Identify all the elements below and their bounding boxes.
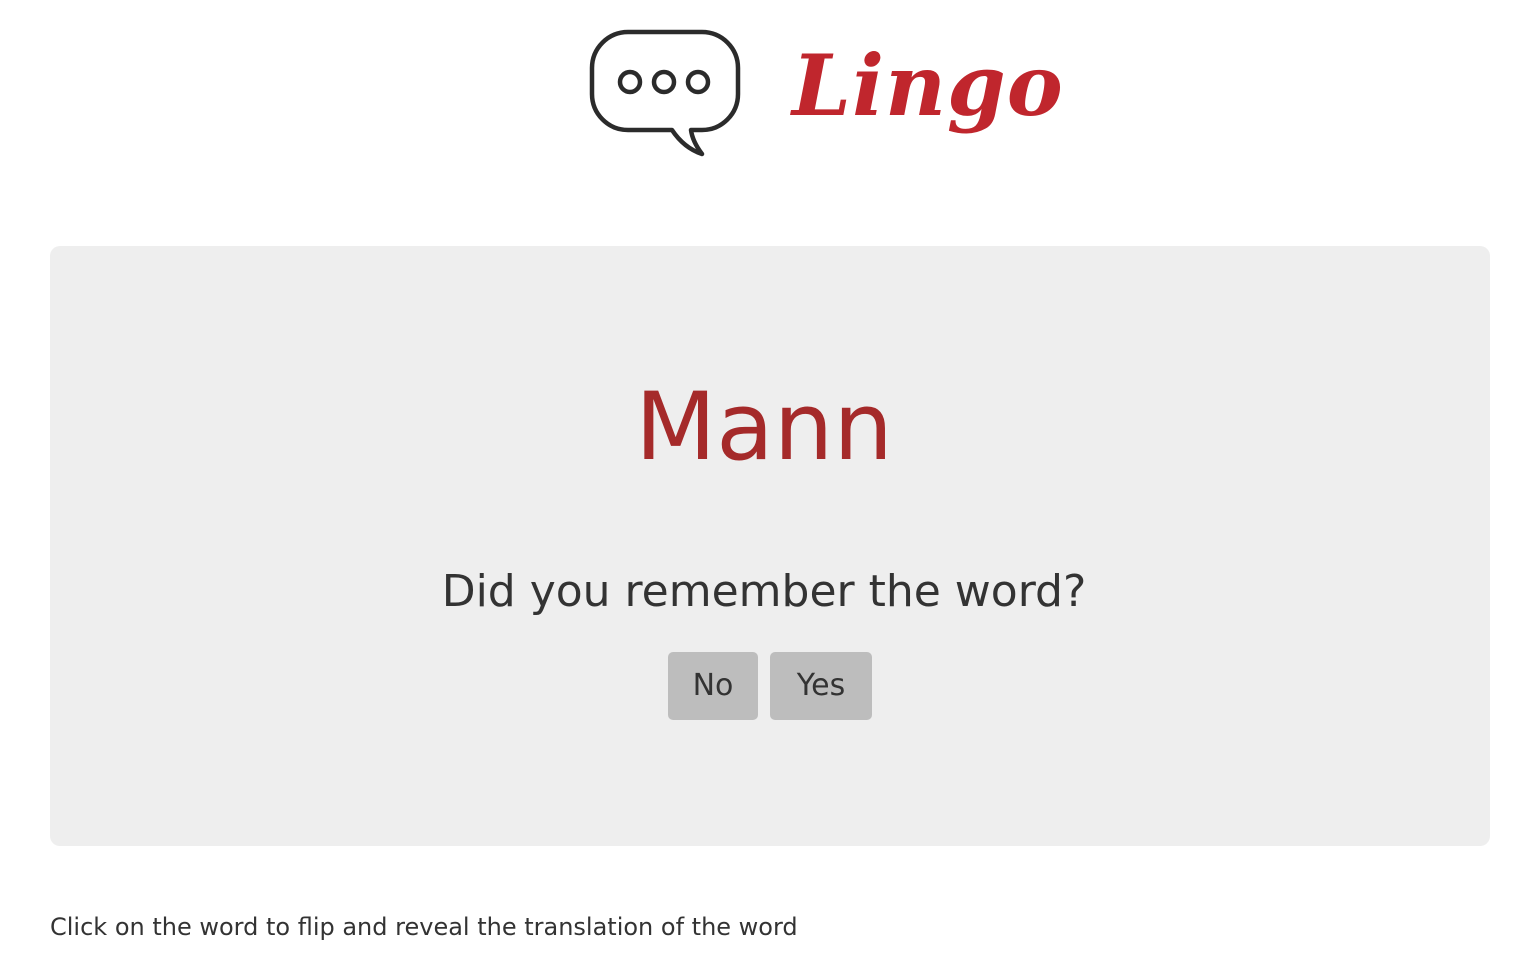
header: Lingo	[0, 0, 1528, 200]
flashcard-word[interactable]: Mann	[0, 372, 1528, 484]
speech-bubble-icon	[589, 29, 741, 157]
flip-hint-text: Click on the word to flip and reveal the…	[50, 913, 798, 941]
flashcard	[50, 246, 1490, 846]
recall-question: Did you remember the word?	[441, 566, 1087, 617]
yes-button[interactable]: Yes	[770, 652, 872, 720]
no-button[interactable]: No	[668, 652, 758, 720]
brand-name[interactable]: Lingo	[792, 36, 1064, 136]
